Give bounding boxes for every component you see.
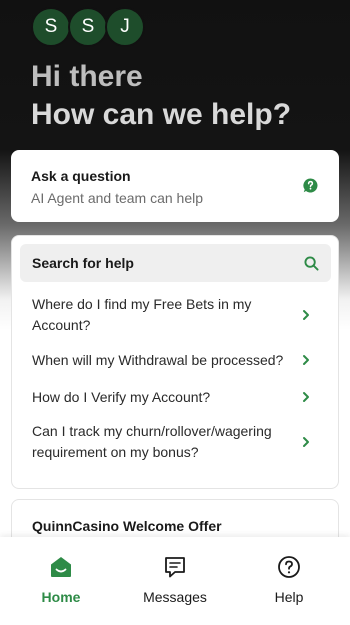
help-article-item[interactable]: When will my Withdrawal be processed? — [20, 346, 330, 374]
chevron-right-icon — [303, 392, 309, 402]
tab-help[interactable]: Help — [244, 555, 334, 625]
tab-messages-label: Messages — [143, 589, 207, 605]
avatar: S — [68, 7, 108, 47]
greeting-line-2: How can we help? — [31, 98, 292, 131]
help-icon — [278, 556, 300, 578]
ask-question-title: Ask a question — [31, 168, 131, 184]
ask-question-card[interactable]: Ask a question AI Agent and team can hel… — [11, 150, 339, 222]
chevron-right-icon — [303, 310, 309, 320]
search-icon — [304, 256, 319, 271]
help-article-title: When will my Withdrawal be processed? — [32, 351, 284, 368]
tab-help-label: Help — [274, 589, 304, 605]
tab-home-label: Home — [41, 589, 81, 605]
help-article-item[interactable]: How do I Verify my Account? — [20, 383, 330, 411]
greeting-line-1: Hi there — [31, 60, 143, 93]
help-article-title: How do I Verify my Account? — [32, 388, 211, 405]
help-article-title: Where do I find my Free Bets in my Accou… — [32, 296, 252, 333]
search-help-button[interactable]: Search for help — [20, 244, 331, 282]
greeting: Hi there How can we help? — [31, 58, 291, 134]
help-articles-list: Where do I find my Free Bets in my Accou… — [20, 292, 330, 465]
help-article-item[interactable]: Can I track my churn/rollover/wagering r… — [20, 419, 330, 465]
avatar: S — [31, 7, 71, 47]
tab-messages[interactable]: Messages — [130, 555, 220, 625]
welcome-offer-title: QuinnCasino Welcome Offer — [32, 518, 222, 534]
help-article-item[interactable]: Where do I find my Free Bets in my Accou… — [20, 292, 330, 338]
ask-question-subtitle: AI Agent and team can help — [31, 190, 204, 206]
messages-icon — [165, 557, 185, 578]
help-card: Search for help Where do I find my Free … — [11, 235, 339, 489]
avatar: J — [105, 7, 145, 47]
bottom-tab-bar: Home Messages Help — [0, 537, 350, 625]
question-bubble-icon — [303, 178, 318, 193]
chevron-right-icon — [303, 437, 309, 447]
tab-home[interactable]: Home — [16, 555, 106, 625]
help-article-title: Can I track my churn/rollover/wagering r… — [32, 423, 272, 460]
chevron-right-icon — [303, 355, 309, 365]
team-avatars: S S J — [31, 7, 145, 47]
home-icon — [51, 557, 71, 577]
search-help-label: Search for help — [32, 255, 134, 271]
